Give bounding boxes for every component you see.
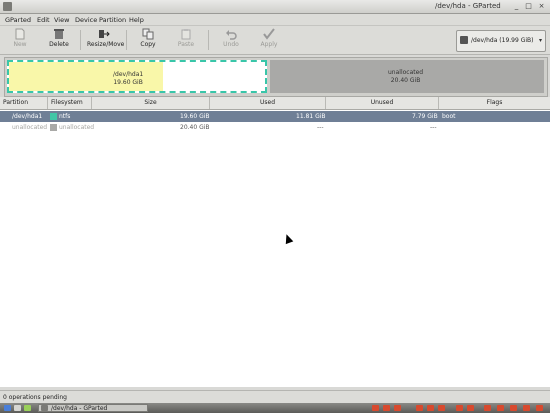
- start-menu-icon[interactable]: [4, 405, 11, 411]
- paste-button[interactable]: Paste: [169, 28, 203, 52]
- status-bar: 0 operations pending: [0, 390, 550, 403]
- window-title: /dev/hda - GParted: [435, 2, 501, 10]
- resize-move-icon: [99, 30, 110, 38]
- device-selector-value: /dev/hda (19.99 GiB): [471, 37, 534, 44]
- apply-button[interactable]: Apply: [252, 28, 286, 52]
- diskmap-unallocated[interactable]: unallocated 20.40 GiB: [270, 60, 544, 93]
- menu-partition[interactable]: Partition: [99, 16, 126, 24]
- gparted-window: /dev/hda - GParted _ □ × GParted Edit Vi…: [0, 0, 550, 404]
- apply-icon: [263, 28, 275, 40]
- cell-size: 19.60 GiB: [180, 113, 210, 120]
- filesystem-color-swatch: [50, 124, 57, 131]
- taskbar-task-label: /dev/hda - GParted: [51, 405, 108, 412]
- cell-unused: ---: [430, 124, 437, 131]
- tray-icon[interactable]: [383, 405, 390, 411]
- tray-icon[interactable]: [456, 405, 463, 411]
- cell-partition: /dev/hda1: [12, 113, 43, 120]
- diskmap-unallocated-name: unallocated: [388, 69, 424, 76]
- cell-filesystem: ntfs: [59, 113, 71, 120]
- undo-button[interactable]: Undo: [214, 28, 248, 52]
- chevron-down-icon: ▾: [538, 37, 542, 44]
- table-header: Partition Filesystem Size Used Unused Fl…: [0, 97, 550, 110]
- undo-icon: [226, 30, 237, 40]
- terminal-launcher-icon[interactable]: [24, 405, 31, 411]
- column-header-used[interactable]: Used: [210, 97, 326, 109]
- tray-icon[interactable]: [438, 405, 445, 411]
- tray-icon[interactable]: [372, 405, 379, 411]
- paste-label: Paste: [177, 41, 195, 48]
- apply-label: Apply: [260, 41, 278, 48]
- column-header-filesystem[interactable]: Filesystem: [48, 97, 92, 109]
- gparted-task-icon: [41, 405, 48, 411]
- column-header-unused[interactable]: Unused: [326, 97, 439, 109]
- cell-flags: boot: [442, 113, 456, 120]
- column-header-partition[interactable]: Partition: [0, 97, 48, 109]
- menu-bar: GParted Edit View Device Partition Help: [0, 14, 550, 26]
- new-button[interactable]: New: [3, 28, 37, 52]
- show-desktop-icon[interactable]: [14, 405, 21, 411]
- tray-icon[interactable]: [510, 405, 517, 411]
- taskbar: /dev/hda - GParted: [0, 403, 550, 413]
- paste-icon: [181, 29, 191, 40]
- menu-view[interactable]: View: [54, 16, 69, 24]
- toolbar-separator: [80, 30, 81, 50]
- cell-used: ---: [317, 124, 324, 131]
- menu-edit[interactable]: Edit: [37, 16, 50, 24]
- new-label: New: [13, 41, 27, 48]
- cell-partition: unallocated: [12, 124, 48, 131]
- disk-map: /dev/hda1 19.60 GiB unallocated 20.40 Gi…: [4, 57, 548, 97]
- diskmap-unallocated-text: unallocated 20.40 GiB: [388, 69, 423, 85]
- delete-button[interactable]: Delete: [42, 28, 76, 52]
- table-row[interactable]: unallocated unallocated 20.40 GiB --- --…: [0, 122, 550, 133]
- cell-size: 20.40 GiB: [180, 124, 210, 131]
- delete-label: Delete: [49, 41, 69, 48]
- title-bar[interactable]: /dev/hda - GParted _ □ ×: [0, 0, 550, 14]
- resize-move-label: Resize/Move: [87, 41, 125, 48]
- toolbar-separator: [208, 30, 209, 50]
- undo-label: Undo: [223, 41, 239, 48]
- diskmap-unallocated-size: 20.40 GiB: [390, 77, 421, 84]
- tray-icon[interactable]: [484, 405, 491, 411]
- column-header-flags[interactable]: Flags: [439, 97, 550, 109]
- diskmap-partition-text: /dev/hda1 19.60 GiB: [113, 71, 143, 87]
- tray-icon[interactable]: [416, 405, 423, 411]
- tray-icon[interactable]: [536, 405, 543, 411]
- filesystem-color-swatch: [50, 113, 57, 120]
- menu-gparted[interactable]: GParted: [5, 16, 31, 24]
- cell-used: 11.81 GiB: [296, 113, 326, 120]
- menu-help[interactable]: Help: [129, 16, 144, 24]
- toolbar-separator: [126, 30, 127, 50]
- delete-icon: [54, 29, 64, 39]
- partition-table: Partition Filesystem Size Used Unused Fl…: [0, 97, 550, 387]
- copy-button[interactable]: Copy: [131, 28, 165, 52]
- tray-icon[interactable]: [467, 405, 474, 411]
- copy-label: Copy: [140, 41, 156, 48]
- column-header-size[interactable]: Size: [92, 97, 210, 109]
- resize-move-button[interactable]: Resize/Move: [87, 28, 125, 52]
- new-icon: [15, 28, 25, 40]
- tray-icon[interactable]: [394, 405, 401, 411]
- table-row[interactable]: /dev/hda1 ntfs 19.60 GiB 11.81 GiB 7.79 …: [0, 111, 550, 122]
- device-selector[interactable]: /dev/hda (19.99 GiB) ▾: [456, 30, 546, 52]
- tray-icon[interactable]: [497, 405, 504, 411]
- diskmap-partition-name: /dev/hda1: [113, 71, 144, 78]
- diskmap-partition-size: 19.60 GiB: [113, 79, 143, 86]
- cell-unused: 7.79 GiB: [412, 113, 438, 120]
- close-button[interactable]: ×: [537, 2, 546, 11]
- taskbar-task-gparted[interactable]: /dev/hda - GParted: [38, 404, 148, 412]
- tray-icon[interactable]: [427, 405, 434, 411]
- copy-icon: [142, 28, 154, 40]
- harddisk-icon: [460, 36, 468, 44]
- tray-icon[interactable]: [523, 405, 530, 411]
- minimize-button[interactable]: _: [512, 2, 521, 11]
- app-icon: [3, 2, 12, 11]
- status-text: 0 operations pending: [3, 394, 67, 401]
- menu-device[interactable]: Device: [75, 16, 97, 24]
- cell-filesystem: unallocated: [59, 124, 95, 131]
- maximize-button[interactable]: □: [524, 2, 533, 11]
- diskmap-partition-hda1[interactable]: /dev/hda1 19.60 GiB: [7, 60, 267, 93]
